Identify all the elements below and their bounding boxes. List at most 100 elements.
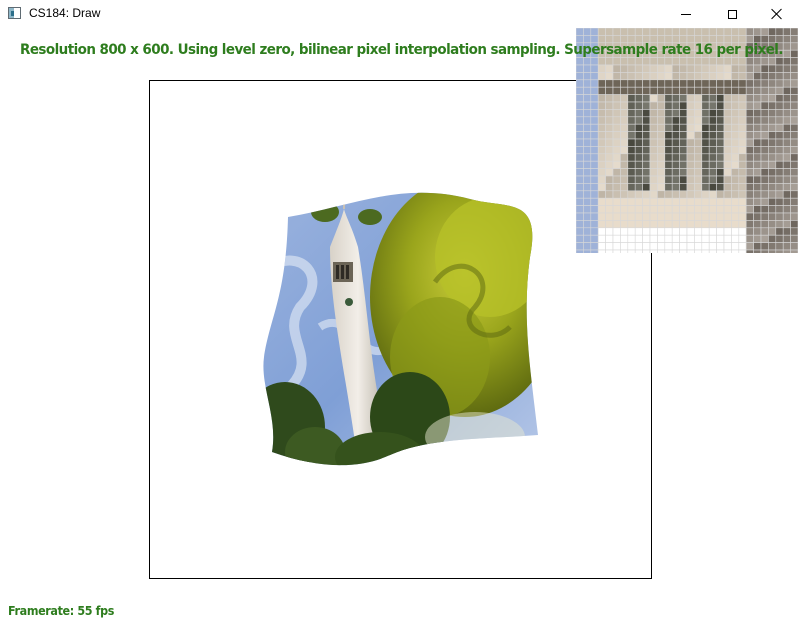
zoom-pixel [686, 28, 695, 36]
zoom-pixel [686, 160, 695, 169]
zoom-pixel [782, 220, 791, 229]
zoom-pixel [768, 153, 777, 162]
zoom-pixel [716, 190, 725, 199]
zoom-pixel [768, 183, 777, 192]
zoom-pixel [671, 146, 680, 155]
zoom-pixel [686, 153, 695, 162]
zoom-pixel [775, 79, 784, 88]
zoom-pixel [583, 146, 592, 155]
title-bar[interactable]: CS184: Draw [0, 0, 798, 28]
zoom-pixel [612, 160, 621, 169]
maximize-button[interactable] [709, 0, 755, 28]
zoom-pixel [694, 242, 703, 251]
zoom-pixel [612, 234, 621, 243]
zoom-pixel [694, 153, 703, 162]
zoom-pixel [576, 138, 584, 147]
zoom-pixel [760, 64, 769, 73]
zoom-pixel [590, 220, 599, 229]
minimize-icon [681, 13, 691, 15]
zoom-pixel [612, 109, 621, 118]
zoom-pixel [686, 64, 695, 73]
zoom-pixel [694, 160, 703, 169]
zoom-pixel [738, 94, 747, 103]
zoom-pixel [738, 28, 747, 36]
zoom-pixel [716, 123, 725, 132]
zoom-pixel [708, 131, 717, 140]
zoom-pixel [760, 220, 769, 229]
zoom-pixel [686, 197, 695, 206]
zoom-pixel [738, 205, 747, 214]
zoom-pixel [664, 183, 673, 192]
zoom-pixel [782, 57, 791, 66]
zoom-pixel [708, 86, 717, 95]
zoom-pixel [642, 212, 651, 221]
zoom-pixel [605, 146, 614, 155]
zoom-pixel [597, 79, 606, 88]
zoom-pixel [782, 35, 791, 44]
zoom-pixel [583, 183, 592, 192]
zoom-pixel [649, 72, 658, 81]
zoom-pixel [731, 212, 740, 221]
zoom-pixel [583, 57, 592, 66]
zoom-pixel [686, 101, 695, 110]
zoom-pixel [775, 220, 784, 229]
zoom-pixel [775, 146, 784, 155]
zoom-pixel [738, 183, 747, 192]
zoom-pixel [686, 123, 695, 132]
zoom-pixel [731, 242, 740, 251]
zoom-pixel [612, 123, 621, 132]
zoom-pixel [634, 28, 643, 36]
zoom-pixel [597, 234, 606, 243]
zoom-pixel [671, 168, 680, 177]
zoom-pixel [731, 138, 740, 147]
zoom-pixel [649, 168, 658, 177]
zoom-pixel [790, 35, 798, 44]
close-button[interactable] [754, 0, 798, 28]
zoom-pixel [657, 101, 666, 110]
zoom-pixel [671, 64, 680, 73]
zoom-pixel [738, 249, 747, 253]
zoom-pixel [671, 57, 680, 66]
zoom-pixel [620, 160, 629, 169]
zoom-pixel [745, 57, 754, 66]
zoom-pixel [642, 197, 651, 206]
zoom-pixel [620, 64, 629, 73]
zoom-pixel [782, 146, 791, 155]
zoom-pixel [760, 131, 769, 140]
zoom-pixel [723, 160, 732, 169]
zoom-pixel [753, 205, 762, 214]
zoom-pixel [657, 72, 666, 81]
zoom-pixel [657, 220, 666, 229]
zoom-pixel [686, 109, 695, 118]
zoom-pixel [576, 94, 584, 103]
zoom-pixel [576, 249, 584, 253]
zoom-pixel [649, 220, 658, 229]
zoom-pixel [627, 205, 636, 214]
zoom-pixel [745, 64, 754, 73]
zoom-pixel [738, 138, 747, 147]
zoom-pixel [671, 123, 680, 132]
zoom-pixel [605, 160, 614, 169]
zoom-pixel [731, 220, 740, 229]
zoom-pixel [597, 146, 606, 155]
zoom-pixel [775, 57, 784, 66]
zoom-pixel [642, 183, 651, 192]
zoom-pixel [671, 227, 680, 236]
zoom-pixel [701, 116, 710, 125]
zoom-pixel [731, 64, 740, 73]
zoom-pixel [775, 175, 784, 184]
zoom-pixel [671, 175, 680, 184]
minimize-button[interactable] [663, 0, 709, 28]
zoom-pixel [679, 123, 688, 132]
zoom-pixel [694, 168, 703, 177]
zoom-pixel [760, 94, 769, 103]
zoom-pixel [679, 234, 688, 243]
zoom-pixel [790, 79, 798, 88]
zoom-pixel [716, 28, 725, 36]
zoom-pixel [708, 116, 717, 125]
zoom-pixel [620, 168, 629, 177]
zoom-pixel [723, 57, 732, 66]
zoom-pixel [642, 101, 651, 110]
zoom-pixel [664, 123, 673, 132]
zoom-pixel [671, 131, 680, 140]
